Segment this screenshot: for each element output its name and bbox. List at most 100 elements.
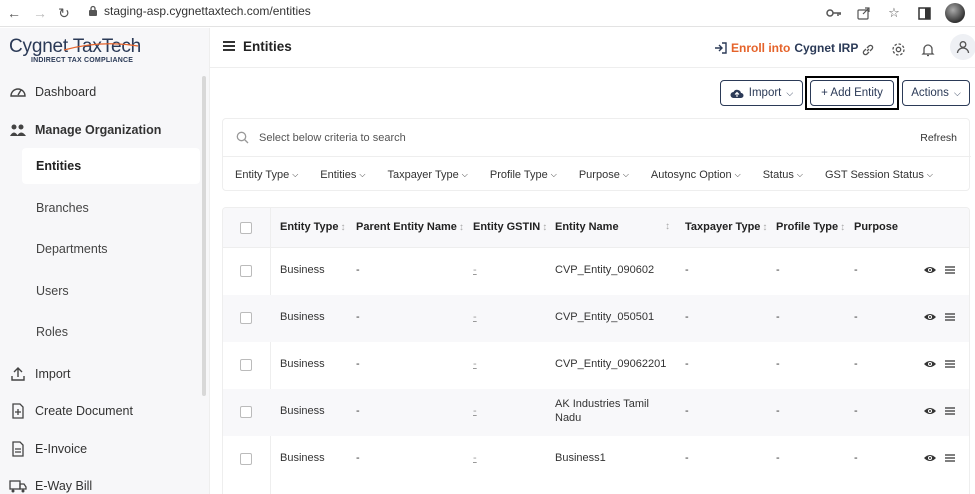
eye-icon[interactable]: [923, 406, 937, 416]
row-checkbox[interactable]: [240, 359, 252, 371]
chevron-down-icon: ⌵: [786, 87, 794, 98]
cell-gstin[interactable]: -: [473, 264, 477, 276]
menu-lines-icon[interactable]: [945, 406, 955, 416]
column-header-entity-gstin[interactable]: Entity GSTIN ↕: [473, 221, 547, 233]
forward-arrow-icon[interactable]: →: [28, 1, 52, 25]
sort-icon[interactable]: ↕: [459, 222, 464, 233]
address-bar[interactable]: staging-asp.cygnettaxtech.com/entities: [88, 4, 311, 18]
cell-entity-name: CVP_Entity_050501: [555, 311, 655, 323]
user-avatar-icon[interactable]: [950, 34, 975, 60]
select-all-checkbox[interactable]: [240, 222, 252, 234]
menu-lines-icon[interactable]: [945, 312, 955, 322]
side-panel-icon[interactable]: [915, 4, 933, 22]
column-header-purpose[interactable]: Purpose: [854, 221, 898, 233]
eye-icon[interactable]: [923, 312, 937, 322]
cell-entity-name-line2: Nadu: [555, 412, 582, 424]
cell-gstin[interactable]: -: [473, 405, 477, 417]
sort-icon[interactable]: ↕: [665, 221, 670, 232]
filter-label: GST Session Status: [824, 169, 924, 181]
sort-icon[interactable]: ↕: [542, 222, 547, 233]
table-row[interactable]: Business - - AK Industries Tamil Nadu - …: [223, 389, 969, 436]
sidebar-subitem-branches[interactable]: Branches: [22, 190, 200, 226]
actions-button[interactable]: Actions ⌵: [902, 80, 970, 106]
sidebar-item-create-document[interactable]: Create Document: [0, 399, 205, 423]
table-row[interactable]: Business - - CVP_Entity_050501 - - -: [223, 295, 969, 342]
table-row[interactable]: Business - - CVP_Entity_09062201 - - -: [223, 342, 969, 389]
eye-icon[interactable]: [923, 359, 937, 369]
filter-entity-type[interactable]: Entity Type ⌵: [235, 169, 298, 181]
column-header-entity-type[interactable]: Entity Type ↕: [280, 221, 345, 233]
filter-purpose[interactable]: Purpose ⌵: [579, 169, 629, 181]
sidebar-item-dashboard[interactable]: Dashboard: [0, 80, 205, 104]
key-icon[interactable]: [825, 4, 843, 22]
row-checkbox[interactable]: [240, 312, 252, 324]
refresh-button[interactable]: Refresh: [920, 132, 957, 144]
bookmark-star-icon[interactable]: ☆: [885, 4, 903, 22]
back-arrow-icon[interactable]: ←: [2, 1, 26, 25]
cell-taxpayer-type: -: [685, 264, 689, 276]
enroll-irp-link[interactable]: Enroll into Cygnet IRP: [714, 41, 858, 55]
browser-profile-avatar[interactable]: [945, 3, 965, 23]
search-row[interactable]: Select below criteria to search Refresh: [223, 119, 971, 157]
filter-profile-type[interactable]: Profile Type ⌵: [490, 169, 557, 181]
reload-icon[interactable]: ↻: [52, 1, 76, 25]
sidebar-subitem-users[interactable]: Users: [22, 273, 200, 309]
menu-lines-icon[interactable]: [945, 265, 955, 275]
sort-icon[interactable]: ↕: [762, 222, 767, 233]
chevron-down-icon: ⌵: [359, 170, 366, 179]
sidebar-item-e-invoice[interactable]: E-Invoice: [0, 437, 205, 461]
table-header: Entity Type ↕ Parent Entity Name ↕ Entity …: [223, 208, 969, 248]
cell-gstin[interactable]: -: [473, 311, 477, 323]
cell-entity-type: Business: [280, 358, 325, 370]
sidebar-item-manage-organization[interactable]: Manage Organization: [0, 118, 205, 142]
cell-taxpayer-type: -: [685, 405, 689, 417]
column-header-label: Taxpayer Type: [685, 221, 761, 233]
sidebar-item-import[interactable]: Import: [0, 362, 205, 386]
eye-icon[interactable]: [923, 265, 937, 275]
cell-taxpayer-type: -: [685, 358, 689, 370]
column-header-entity-name[interactable]: Entity Name: [555, 221, 619, 233]
sidebar-item-e-way-bill[interactable]: E-Way Bill: [0, 474, 205, 494]
sidebar-scrollbar[interactable]: [202, 76, 206, 396]
gear-icon[interactable]: [890, 42, 906, 58]
lock-icon: [89, 5, 97, 16]
sidebar-subitem-label: Users: [36, 284, 69, 298]
cell-taxpayer-type: -: [685, 311, 689, 323]
row-checkbox[interactable]: [240, 406, 252, 418]
row-checkbox[interactable]: [240, 453, 252, 465]
import-button[interactable]: Import ⌵: [720, 80, 803, 106]
cell-gstin[interactable]: -: [473, 358, 477, 370]
filter-label: Entity Type: [235, 169, 290, 181]
link-icon[interactable]: [860, 42, 876, 58]
filter-autosync-option[interactable]: Autosync Option ⌵: [651, 169, 741, 181]
sort-icon[interactable]: ↕: [340, 222, 345, 233]
menu-lines-icon[interactable]: [945, 359, 955, 369]
share-icon[interactable]: [855, 4, 873, 22]
cell-gstin[interactable]: -: [473, 452, 477, 464]
column-header-label: Entity GSTIN: [473, 221, 541, 233]
cell-entity-name: CVP_Entity_09062201: [555, 358, 667, 370]
column-header-profile-type[interactable]: Profile Type ↕: [776, 221, 845, 233]
sidebar-subitem-departments[interactable]: Departments: [22, 231, 200, 267]
hamburger-menu-icon[interactable]: [223, 41, 235, 51]
sidebar-subitem-entities[interactable]: Entities: [22, 148, 200, 184]
chevron-down-icon: ⌵: [292, 170, 299, 179]
filter-entities[interactable]: Entities ⌵: [320, 169, 365, 181]
filter-status[interactable]: Status ⌵: [763, 169, 803, 181]
eye-icon[interactable]: [923, 453, 937, 463]
document-plus-icon: [9, 402, 27, 420]
column-header-taxpayer-type[interactable]: Taxpayer Type ↕: [685, 221, 767, 233]
column-header-parent-entity-name[interactable]: Parent Entity Name ↕: [356, 221, 464, 233]
menu-lines-icon[interactable]: [945, 453, 955, 463]
table-row[interactable]: Business - - Business1 - - -: [223, 436, 969, 483]
sidebar-item-label: Dashboard: [35, 85, 97, 99]
sidebar-subitem-roles[interactable]: Roles: [22, 314, 200, 350]
row-checkbox[interactable]: [240, 265, 252, 277]
add-entity-button[interactable]: + Add Entity: [810, 80, 894, 106]
cell-profile-type: -: [776, 405, 780, 417]
sort-icon[interactable]: ↕: [840, 222, 845, 233]
table-row[interactable]: Business - - CVP_Entity_090602 - - -: [223, 248, 969, 295]
bell-icon[interactable]: [920, 42, 936, 58]
filter-taxpayer-type[interactable]: Taxpayer Type ⌵: [387, 169, 467, 181]
filter-gst-session-status[interactable]: GST Session Status ⌵: [825, 169, 933, 181]
